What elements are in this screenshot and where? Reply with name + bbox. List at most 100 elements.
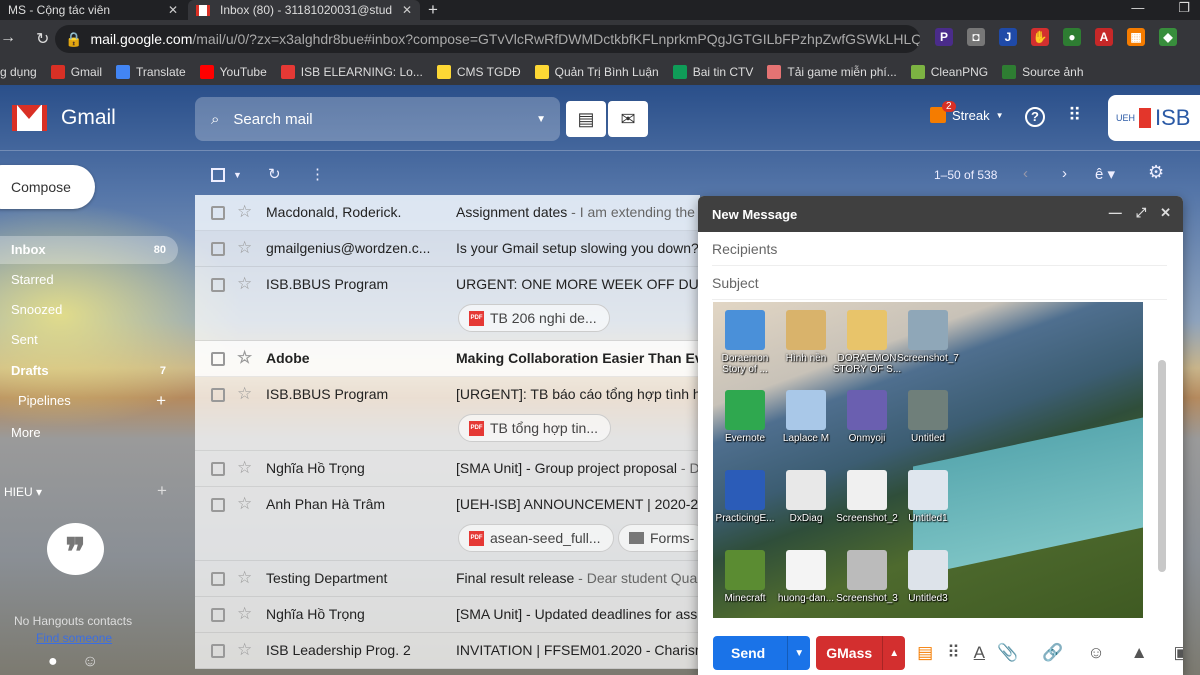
star-icon[interactable]: ☆ xyxy=(237,458,252,478)
gmail-logo[interactable]: Gmail xyxy=(12,105,116,131)
row-checkbox[interactable] xyxy=(211,206,225,220)
extension-icon[interactable]: A xyxy=(1095,28,1113,46)
apps-grid-icon[interactable]: ⠿ xyxy=(1068,105,1081,126)
emoji-icon[interactable]: ☺ xyxy=(1087,643,1104,663)
email-row[interactable]: ☆ ISB Leadership Prog. 2 INVITATION | FFSE… xyxy=(195,633,700,669)
email-row[interactable]: ☆ Anh Phan Hà Trâm [UEH-ISB] ANNOUNCEMENT … xyxy=(195,487,700,561)
link-icon[interactable]: 🔗 xyxy=(1042,643,1063,663)
sidebar-item-more[interactable]: More xyxy=(0,419,178,447)
star-icon[interactable]: ☆ xyxy=(237,384,252,404)
row-checkbox[interactable] xyxy=(211,608,225,622)
browser-tab[interactable]: MS - Cộng tác viên ✕ xyxy=(0,0,186,20)
row-checkbox[interactable] xyxy=(211,498,225,512)
email-row[interactable]: ☆ ISB.BBUS Program URGENT: ONE MORE WEEK O… xyxy=(195,267,700,341)
apps-icon[interactable]: ⠿ xyxy=(947,643,959,663)
extension-icon[interactable]: ◘ xyxy=(967,28,985,46)
find-someone-link[interactable]: Find someone xyxy=(36,631,112,645)
row-checkbox[interactable] xyxy=(211,242,225,256)
extension-icon[interactable]: ● xyxy=(1063,28,1081,46)
settings-gear-icon[interactable]: ⚙ xyxy=(1148,162,1164,183)
row-checkbox[interactable] xyxy=(211,352,225,366)
insert-photo-icon[interactable]: ▣ xyxy=(1174,643,1183,663)
subject-input[interactable]: Subject xyxy=(712,266,1167,300)
forward-icon[interactable]: → xyxy=(0,29,16,49)
contacts-icon[interactable]: ● xyxy=(48,653,58,671)
sidebar-item-drafts[interactable]: Drafts 7 xyxy=(0,357,178,385)
attach-icon[interactable]: 📎 xyxy=(997,643,1018,663)
email-row[interactable]: ☆ Nghĩa Hồ Trọng [SMA Unit] - Updated dead… xyxy=(195,597,700,633)
streak-button[interactable]: 2 Streak ▼ xyxy=(930,101,1004,123)
star-icon[interactable]: ☆ xyxy=(237,238,252,258)
star-icon[interactable]: ☆ xyxy=(237,604,252,624)
recipients-input[interactable]: Recipients xyxy=(712,232,1167,266)
conversation-icon[interactable]: ☺ xyxy=(82,653,98,671)
bookmark-item[interactable]: Bai tin CTV xyxy=(672,64,753,79)
attachment-chip[interactable]: PDF asean-seed_full... xyxy=(458,524,614,552)
email-row[interactable]: ☆ Testing Department Final result release … xyxy=(195,561,700,597)
compose-button[interactable]: Compose xyxy=(0,165,95,209)
reload-icon[interactable]: ↻ xyxy=(36,29,49,49)
new-tab-button[interactable]: + xyxy=(428,0,438,20)
next-page-icon[interactable]: › xyxy=(1062,165,1067,182)
bookmark-item[interactable]: ISB ELEARNING: Lo... xyxy=(280,64,423,79)
close-tab-icon[interactable]: ✕ xyxy=(402,3,412,17)
select-dropdown-icon[interactable]: ▼ xyxy=(233,170,242,180)
refresh-icon[interactable]: ↻ xyxy=(268,165,281,183)
sidebar-item-pipelines[interactable]: Pipelines + xyxy=(0,387,178,415)
send-options-icon[interactable]: ▼ xyxy=(788,648,810,659)
fullscreen-icon[interactable]: ⤢ xyxy=(1136,205,1146,221)
more-options-icon[interactable]: ⋮ xyxy=(310,165,325,183)
email-row[interactable]: ☆ gmailgenius@wordzen.c... Is your Gmail s… xyxy=(195,231,700,267)
compose-header[interactable]: New Message — ⤢ ✕ xyxy=(698,196,1183,232)
template-icon[interactable]: ▤ xyxy=(566,101,606,137)
url-bar[interactable]: 🔒 mail.google.com/mail/u/0/?zx=x3alghdr8b… xyxy=(55,25,920,53)
search-input[interactable]: ⌕ Search mail ▼ xyxy=(195,97,560,141)
add-hangout-icon[interactable]: + xyxy=(157,481,167,501)
bookmark-item[interactable]: Quản Trị Bình Luận xyxy=(534,64,659,79)
help-icon[interactable]: ? xyxy=(1025,107,1045,127)
drive-icon[interactable]: ▲ xyxy=(1131,643,1148,663)
bookmark-item[interactable]: CleanPNG xyxy=(910,64,988,79)
prev-page-icon[interactable]: ‹ xyxy=(1023,165,1028,182)
extension-icon[interactable]: J xyxy=(999,28,1017,46)
row-checkbox[interactable] xyxy=(211,388,225,402)
bookmark-item[interactable]: Translate xyxy=(116,64,186,79)
email-row[interactable]: ☆ ISB.BBUS Program [URGENT]: TB báo cáo tổ… xyxy=(195,377,700,451)
attachment-chip[interactable]: PDF TB tổng hợp tin... xyxy=(458,414,612,442)
gmass-button[interactable]: GMass ▲ xyxy=(816,636,906,670)
email-row[interactable]: ☆ Adobe Making Collaboration Easier Than E… xyxy=(195,341,700,377)
streak-template-icon[interactable]: ▤ xyxy=(917,643,933,663)
extension-icon[interactable]: ◆ xyxy=(1159,28,1177,46)
mail-merge-icon[interactable]: ✉ xyxy=(608,101,648,137)
hangouts-user[interactable]: HIEU ▾ xyxy=(4,485,42,499)
compose-scrollbar[interactable] xyxy=(1158,360,1166,572)
bookmark-item[interactable]: CMS TGDĐ xyxy=(436,64,521,79)
sidebar-item-snoozed[interactable]: Snoozed xyxy=(0,296,178,324)
star-icon[interactable]: ☆ xyxy=(237,640,252,660)
bookmark-item[interactable]: Source ảnh xyxy=(1002,64,1084,79)
sidebar-item-starred[interactable]: Starred xyxy=(0,266,178,294)
extension-icon[interactable]: ▦ xyxy=(1127,28,1145,46)
row-checkbox[interactable] xyxy=(211,462,225,476)
sidebar-item-sent[interactable]: Sent xyxy=(0,326,178,354)
sidebar-item-inbox[interactable]: Inbox 80 xyxy=(0,236,178,264)
send-button[interactable]: Send ▼ xyxy=(713,636,811,670)
row-checkbox[interactable] xyxy=(211,572,225,586)
search-options-icon[interactable]: ▼ xyxy=(536,114,546,125)
extension-icon[interactable]: ✋ xyxy=(1031,28,1049,46)
star-icon[interactable]: ☆ xyxy=(237,568,252,588)
attachment-chip[interactable]: Forms- xyxy=(618,524,700,552)
gmass-options-icon[interactable]: ▲ xyxy=(883,648,905,659)
close-tab-icon[interactable]: ✕ xyxy=(168,3,178,17)
star-icon[interactable]: ☆ xyxy=(237,348,252,368)
minimize-icon[interactable]: — xyxy=(1131,0,1144,16)
row-checkbox[interactable] xyxy=(211,644,225,658)
bookmark-item[interactable]: YouTube xyxy=(199,64,267,79)
minimize-icon[interactable]: — xyxy=(1109,205,1122,221)
star-icon[interactable]: ☆ xyxy=(237,202,252,222)
bookmark-item[interactable]: Gmail xyxy=(50,64,102,79)
restore-icon[interactable]: ❐ xyxy=(1178,0,1190,16)
org-logo[interactable]: UEH ISB xyxy=(1108,95,1200,141)
email-row[interactable]: ☆ Nghĩa Hồ Trọng [SMA Unit] - Group projec… xyxy=(195,451,700,487)
input-tools-icon[interactable]: ê ▾ xyxy=(1095,165,1115,183)
